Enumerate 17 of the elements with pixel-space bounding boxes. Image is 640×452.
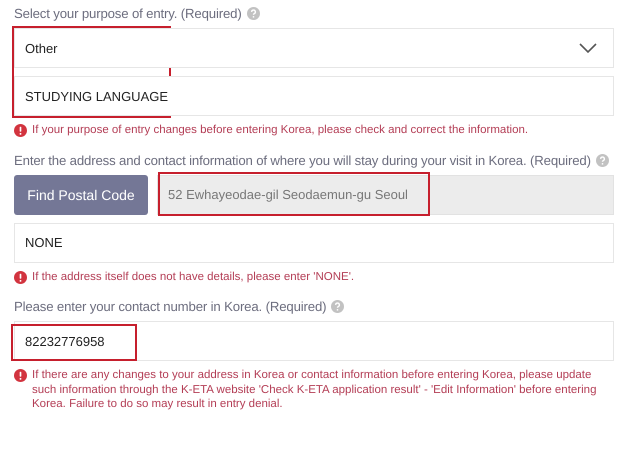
error-icon (14, 124, 27, 137)
help-icon[interactable] (331, 300, 344, 313)
field-label: Please enter your contact number in Korea. (Required) (14, 299, 326, 314)
select-field[interactable]: Other (14, 28, 614, 68)
text-field[interactable]: 82232776958 (14, 321, 614, 361)
error-icon (14, 369, 27, 382)
text-field[interactable]: STUDYING LANGUAGE (14, 76, 614, 116)
text-field[interactable]: NONE (14, 222, 614, 262)
error-message: If the address itself does not have details, please enter 'NONE'. (32, 270, 354, 284)
error-message: If your purpose of entry changes before entering Korea, please check and correct the information. (32, 123, 528, 138)
error-icon (14, 270, 27, 284)
chevron-down-icon[interactable] (579, 43, 597, 54)
help-icon[interactable] (246, 7, 260, 20)
error-message: If there are any changes to your address in Korea or contact information before entering Korea, please update such information through the K-ETA website 'Check K-ETA application result' - 'Edit Information' before entering Korea. Failure to do so may result in entry denial. (32, 368, 598, 412)
field-label: Select your purpose of entry. (Required) (14, 6, 242, 21)
help-icon[interactable] (596, 154, 609, 166)
field-label: Enter the address and contact information of where you will stay during your visit in Korea. (Required) (14, 152, 591, 168)
